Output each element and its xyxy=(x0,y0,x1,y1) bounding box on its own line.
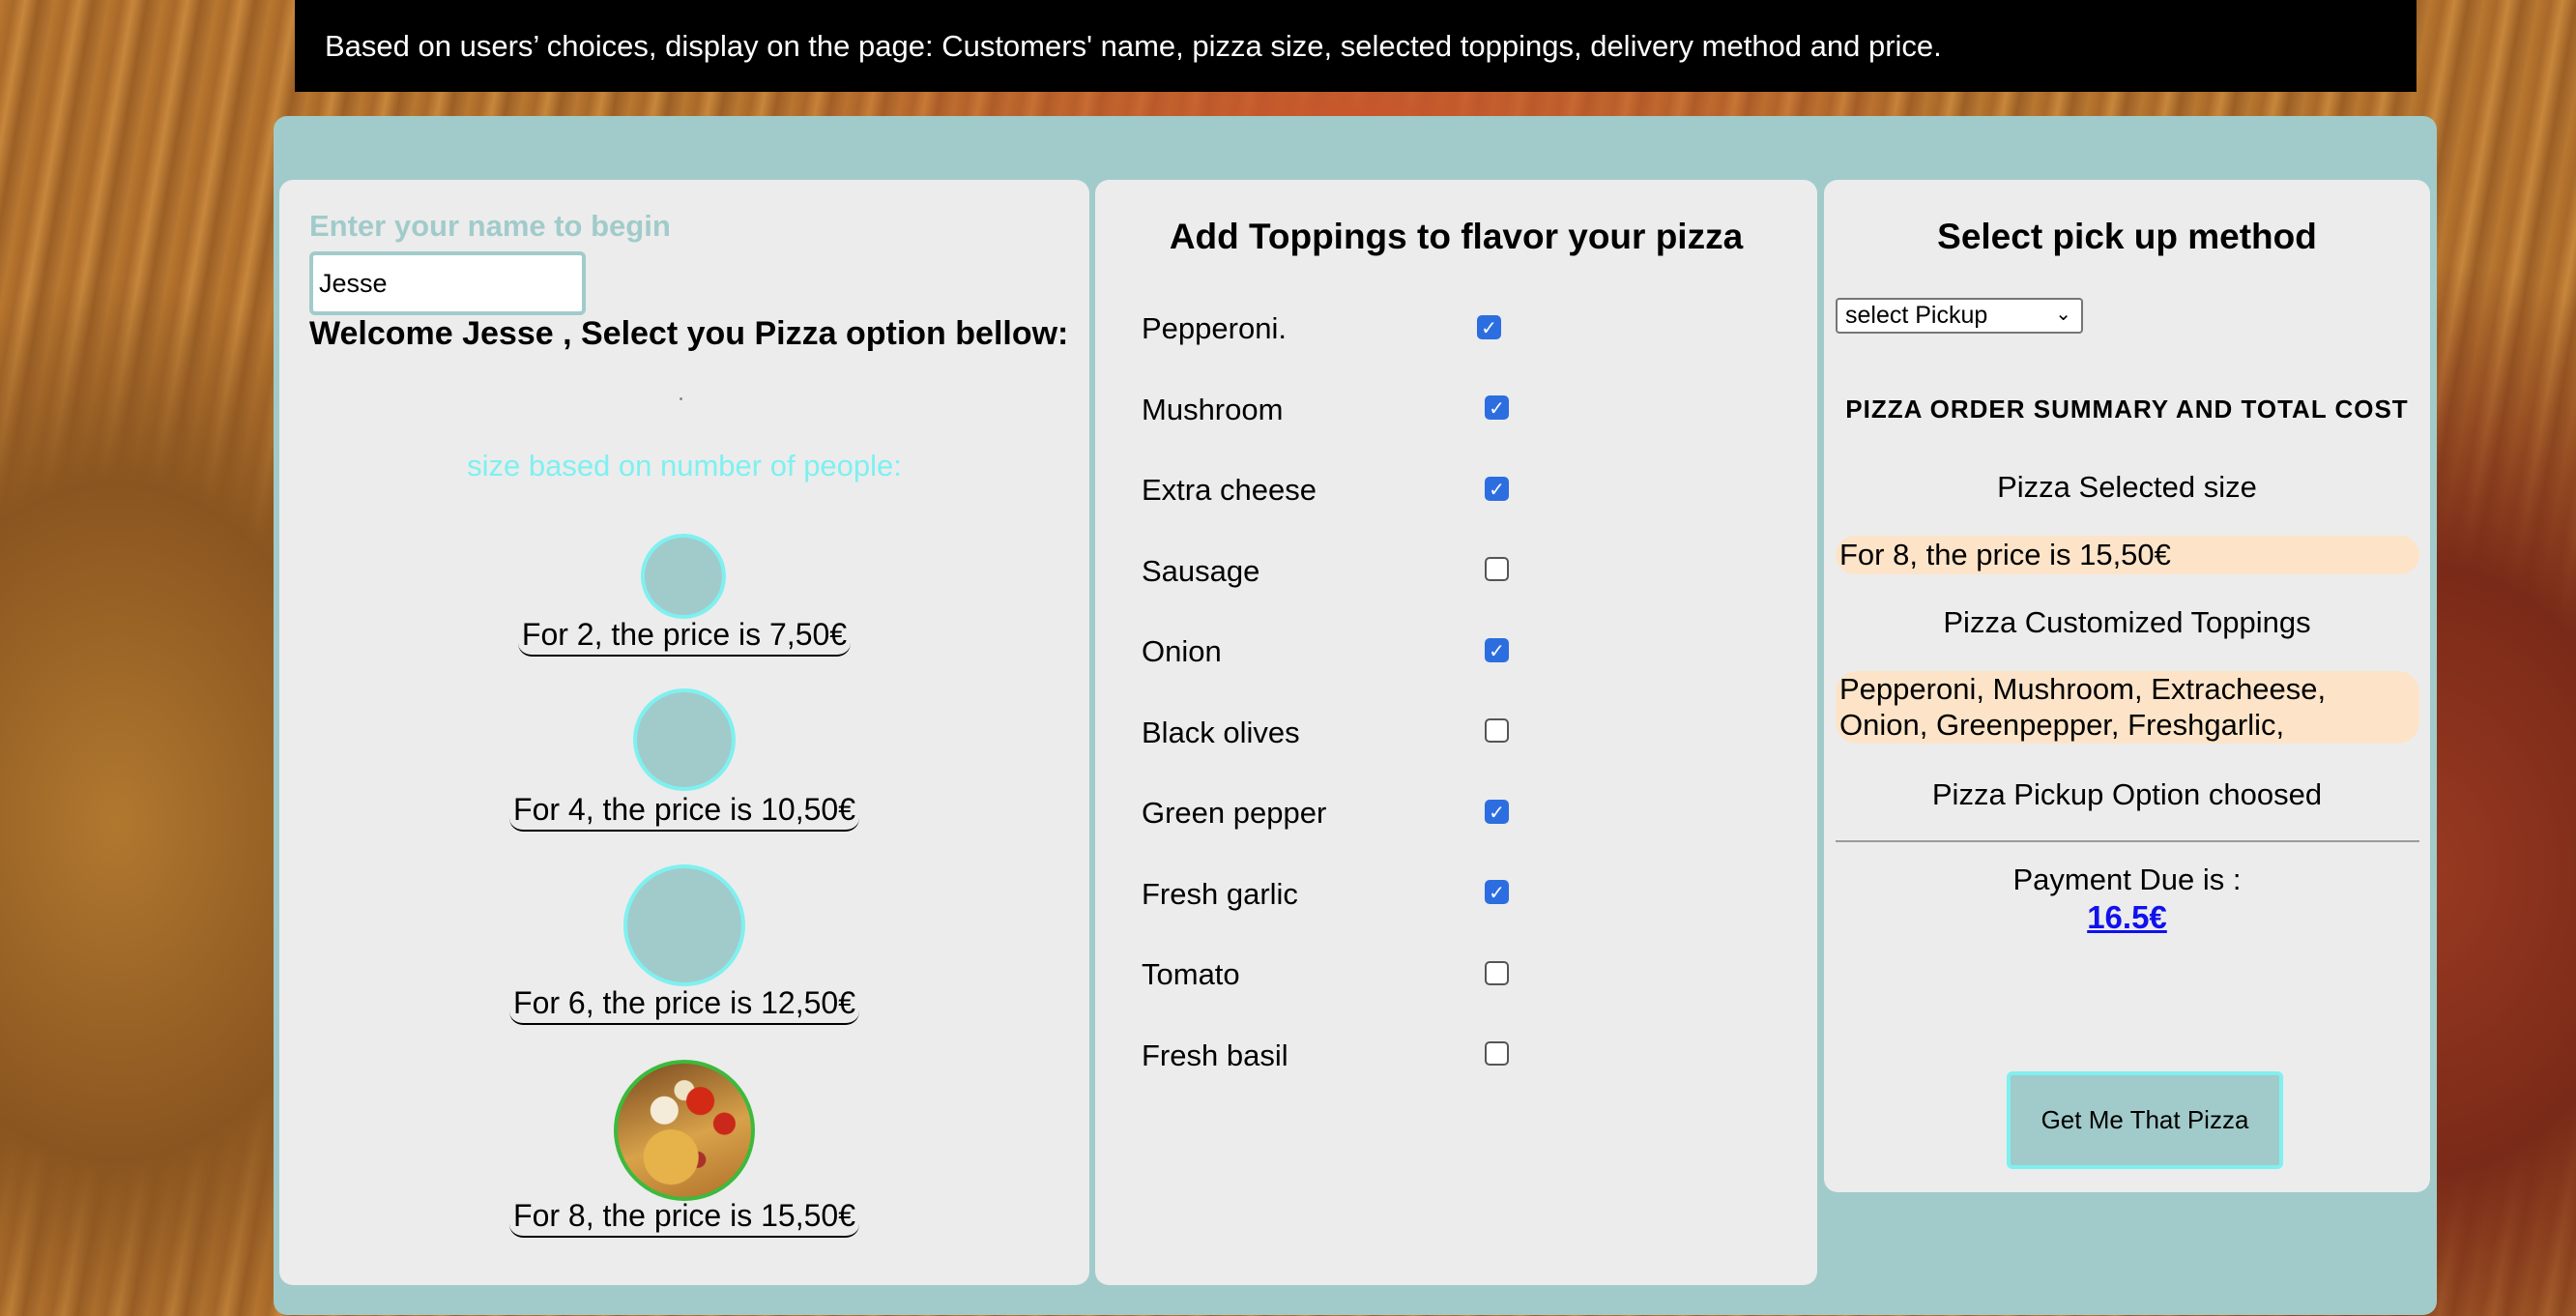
size-option-6-circle[interactable] xyxy=(623,864,745,986)
topping-checkbox-extra-cheese[interactable] xyxy=(1485,477,1509,501)
payment-due-value[interactable]: 16.5€ xyxy=(1824,899,2430,936)
toppings-panel: Add Toppings to flavor your pizza Pepper… xyxy=(1095,180,1817,1285)
toppings-summary-label: Pizza Customized Toppings xyxy=(1943,605,2311,639)
size-option-4[interactable]: For 4, the price is 10,50€ xyxy=(279,792,1089,832)
banner-text: Based on users’ choices, display on the … xyxy=(325,28,1942,63)
chevron-down-icon: ⌄ xyxy=(2055,302,2071,325)
toppings-summary-value: Pepperoni, Mushroom, Extracheese, Onion,… xyxy=(1836,671,2419,744)
order-summary-title: PIZZA ORDER SUMMARY AND TOTAL COST xyxy=(1845,395,2409,424)
size-option-4-circle[interactable] xyxy=(633,688,736,791)
size-option-8-pizza-image[interactable] xyxy=(614,1060,755,1201)
pickup-method-select[interactable]: select Pickup ⌄ xyxy=(1836,298,2083,334)
topping-checkbox-mushroom[interactable] xyxy=(1485,395,1509,420)
topping-label: Pepperoni. xyxy=(1142,311,1287,345)
size-title: size based on number of people: xyxy=(467,449,902,483)
name-size-panel: Enter your name to begin Welcome Jesse ,… xyxy=(279,180,1089,1285)
size-option-8[interactable]: For 8, the price is 15,50€ xyxy=(279,1198,1089,1238)
topping-checkbox-sausage[interactable] xyxy=(1485,557,1509,581)
topping-label: Green pepper xyxy=(1142,796,1327,830)
name-prompt: Enter your name to begin xyxy=(309,209,671,243)
pickup-title: Select pick up method xyxy=(1937,217,2317,256)
pizza-app-container: Enter your name to begin Welcome Jesse ,… xyxy=(274,116,2437,1315)
selected-size-value: For 8, the price is 15,50€ xyxy=(1836,536,2419,574)
topping-label: Onion xyxy=(1142,634,1222,668)
topping-label: Extra cheese xyxy=(1142,473,1317,507)
summary-divider xyxy=(1836,840,2419,842)
selected-size-label: Pizza Selected size xyxy=(1997,470,2257,504)
divider-dot xyxy=(680,397,682,400)
topping-label: Tomato xyxy=(1142,957,1240,991)
size-option-label: For 2, the price is 7,50€ xyxy=(517,617,852,657)
topping-label: Black olives xyxy=(1142,716,1300,749)
pickup-select-value: select Pickup xyxy=(1845,302,1988,329)
pickup-summary-panel: Select pick up method select Pickup ⌄ PI… xyxy=(1824,180,2430,1192)
instruction-banner: Based on users’ choices, display on the … xyxy=(295,0,2417,92)
topping-label: Fresh garlic xyxy=(1142,877,1298,911)
size-option-2-circle[interactable] xyxy=(641,534,726,619)
topping-checkbox-tomato[interactable] xyxy=(1485,961,1509,985)
size-option-label: For 4, the price is 10,50€ xyxy=(509,792,859,832)
size-option-label: For 6, the price is 12,50€ xyxy=(509,985,859,1025)
topping-checkbox-green-pepper[interactable] xyxy=(1485,800,1509,824)
topping-label: Sausage xyxy=(1142,554,1260,588)
topping-checkbox-fresh-garlic[interactable] xyxy=(1485,880,1509,904)
topping-label: Mushroom xyxy=(1142,393,1284,426)
topping-checkbox-onion[interactable] xyxy=(1485,638,1509,662)
name-input[interactable] xyxy=(309,251,586,315)
topping-checkbox-pepperoni[interactable] xyxy=(1477,315,1501,339)
pickup-option-label: Pizza Pickup Option choosed xyxy=(1931,777,2323,811)
topping-checkbox-black-olives[interactable] xyxy=(1485,718,1509,743)
toppings-title: Add Toppings to flavor your pizza xyxy=(1169,217,1744,256)
size-option-2[interactable]: For 2, the price is 7,50€ xyxy=(279,617,1089,657)
size-option-label: For 8, the price is 15,50€ xyxy=(509,1198,859,1238)
topping-checkbox-fresh-basil[interactable] xyxy=(1485,1041,1509,1066)
payment-due-label: Payment Due is : xyxy=(2012,863,2242,896)
size-option-6[interactable]: For 6, the price is 12,50€ xyxy=(279,985,1089,1025)
welcome-message: Welcome Jesse , Select you Pizza option … xyxy=(309,315,1069,352)
topping-label: Fresh basil xyxy=(1142,1038,1288,1072)
get-pizza-button[interactable]: Get Me That Pizza xyxy=(2007,1071,2283,1169)
